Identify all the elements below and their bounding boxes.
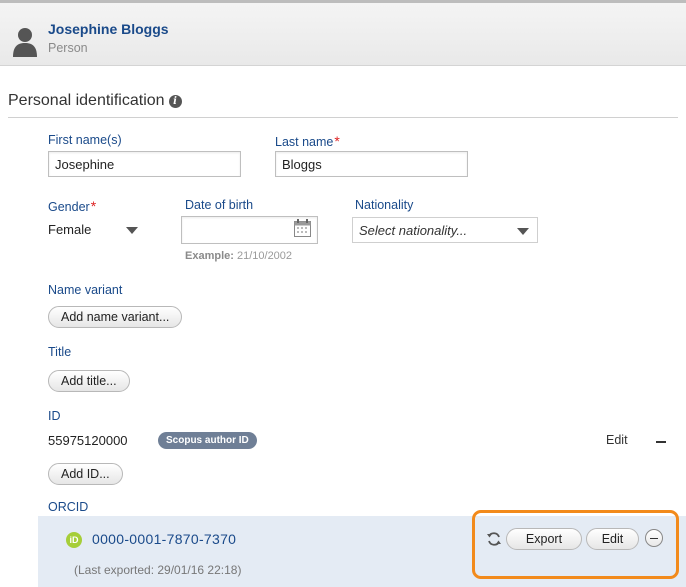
last-name-input[interactable] [275,151,468,177]
id-type-badge: Scopus author ID [158,432,257,449]
required-mark: * [90,198,97,214]
name-variant-label: Name variant [48,283,123,297]
id-value: 55975120000 [48,433,128,448]
title-label: Title [48,345,72,359]
first-name-input[interactable] [48,151,241,177]
id-label: ID [48,409,61,423]
highlight-frame [472,510,679,579]
add-title-button[interactable]: Add title... [48,370,130,392]
required-mark: * [334,133,340,149]
section-title-text: Personal identification [8,92,165,109]
remove-id-icon[interactable] [656,441,666,443]
section-divider [8,117,678,118]
person-name[interactable]: Josephine Bloggs [48,21,169,37]
orcid-id-link[interactable]: 0000-0001-7870-7370 [92,531,236,547]
add-id-button[interactable]: Add ID... [48,463,123,485]
gender-select[interactable]: Female [48,217,146,243]
person-icon [13,28,37,57]
last-name-label: Last name* [275,133,340,149]
gender-label: Gender* [48,198,96,214]
example-label: Example: [185,250,234,262]
orcid-logo-icon: iD [66,532,82,548]
calendar-icon[interactable] [294,219,311,237]
info-icon[interactable]: i [168,95,182,108]
last-exported-text: (Last exported: 29/01/16 22:18) [74,563,242,577]
orcid-label: ORCID [48,500,89,514]
nationality-label: Nationality [355,198,414,212]
chevron-down-icon [126,227,138,234]
id-edit-link[interactable]: Edit [606,433,628,447]
record-header: Josephine Bloggs Person [0,0,686,66]
chevron-down-icon [517,228,529,235]
nationality-select[interactable]: Select nationality... [352,217,538,243]
date-example: Example: 21/10/2002 [185,250,292,262]
add-name-variant-button[interactable]: Add name variant... [48,306,183,328]
section-title: Personal identification i [8,92,182,110]
gender-label-text: Gender [48,200,90,214]
example-value: 21/10/2002 [236,250,293,262]
first-name-label: First name(s) [48,133,122,147]
last-name-label-text: Last name [275,135,334,149]
record-type: Person [48,41,88,55]
nationality-placeholder: Select nationality... [359,223,468,238]
gender-value: Female [48,222,92,237]
date-of-birth-label: Date of birth [185,198,254,212]
